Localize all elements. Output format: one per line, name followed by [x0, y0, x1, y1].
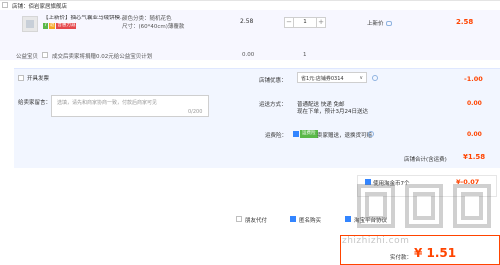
message-label: 给卖家留言： [18, 100, 52, 106]
increment-button[interactable]: + [316, 18, 325, 27]
store-name[interactable]: 店铺：佰岩家居旗舰店 [12, 2, 67, 10]
product-spec: 颜色分类：随机花色 尺寸：(60*40cm)薄覆款 [122, 15, 184, 31]
store-checkbox[interactable] [2, 2, 8, 8]
store-total-label: 店铺合计(含运费) [404, 157, 447, 163]
charity-quantity: 1 [303, 52, 307, 58]
store-header: 店铺：佰岩家居旗舰店 [0, 0, 500, 10]
chevron-down-icon: ∨ [359, 75, 363, 81]
watermark-logo [357, 184, 491, 228]
pay-label: 实付款： [390, 255, 413, 261]
store-total-amount: ¥1.58 [463, 153, 486, 161]
coupon-amount: -1.00 [464, 75, 483, 83]
insurance-tag: 运费险 [300, 130, 318, 138]
invoice-label[interactable]: 开具发票 [27, 74, 49, 82]
agreement-checkbox[interactable] [345, 216, 351, 222]
insurance-checkbox[interactable] [293, 131, 299, 137]
coupon-label: 店铺优惠： [259, 78, 287, 84]
insurance-text: 卖家赠送，退换货可赔 [317, 133, 373, 139]
new-price-label: 上新价 [367, 19, 392, 27]
coupon-selected: 省1元:店铺券0314 [301, 76, 344, 82]
spec-color: 颜色分类：随机花色 [122, 16, 172, 22]
shipping-amount: 0.00 [467, 100, 482, 107]
discount-badge: 普惠力减 [56, 23, 77, 29]
order-options-panel [14, 68, 500, 168]
refund-badge: 退 [48, 23, 56, 29]
message-char-count: 0/200 [188, 109, 203, 115]
return-badge: 7 [43, 23, 48, 29]
insurance-help-icon[interactable] [368, 131, 374, 137]
anonymous-checkbox[interactable] [290, 216, 296, 222]
decrement-button[interactable]: − [285, 18, 294, 27]
anonymous-label[interactable]: 匿名购买 [299, 216, 321, 224]
charity-text: 成交后卖家将捐赠0.02元给公益宝贝计划 [52, 54, 153, 60]
spec-size: 尺寸：(60*40cm)薄覆款 [122, 24, 185, 30]
coupon-help-icon[interactable] [372, 75, 378, 81]
watermark-text: zhizhizhi.com [342, 236, 410, 246]
charity-label: 公益宝贝 [16, 54, 39, 60]
shipping-label: 运送方式： [259, 102, 287, 108]
quantity-stepper: − 1 + [284, 17, 326, 28]
invoice-checkbox[interactable] [18, 75, 24, 81]
charity-checkbox[interactable] [42, 52, 48, 58]
product-badges: 7 退普惠力减 [43, 23, 77, 30]
pay-amount: ¥ 1.51 [414, 246, 457, 260]
message-placeholder: 选填，请先和商家协商一致，付款后商家可见 [57, 100, 158, 106]
quantity-input[interactable]: 1 [294, 18, 316, 27]
price-info-icon[interactable] [385, 21, 392, 26]
unit-price: 2.58 [240, 18, 254, 25]
new-price-text: 上新价 [367, 21, 384, 27]
shipping-eta: 现在下单，预计3月24日送达 [297, 109, 368, 115]
insurance-amount: 0.00 [467, 131, 482, 138]
product-thumbnail[interactable] [22, 16, 38, 32]
insurance-label: 运费险： [265, 133, 288, 139]
charity-amount: 0.00 [242, 52, 255, 58]
item-subtotal: 2.58 [456, 18, 474, 26]
coupon-select[interactable]: 省1元:店铺券0314 ∨ [297, 72, 367, 83]
friend-pay-label[interactable]: 朋友代付 [245, 216, 267, 224]
friend-pay-checkbox[interactable] [236, 216, 242, 222]
